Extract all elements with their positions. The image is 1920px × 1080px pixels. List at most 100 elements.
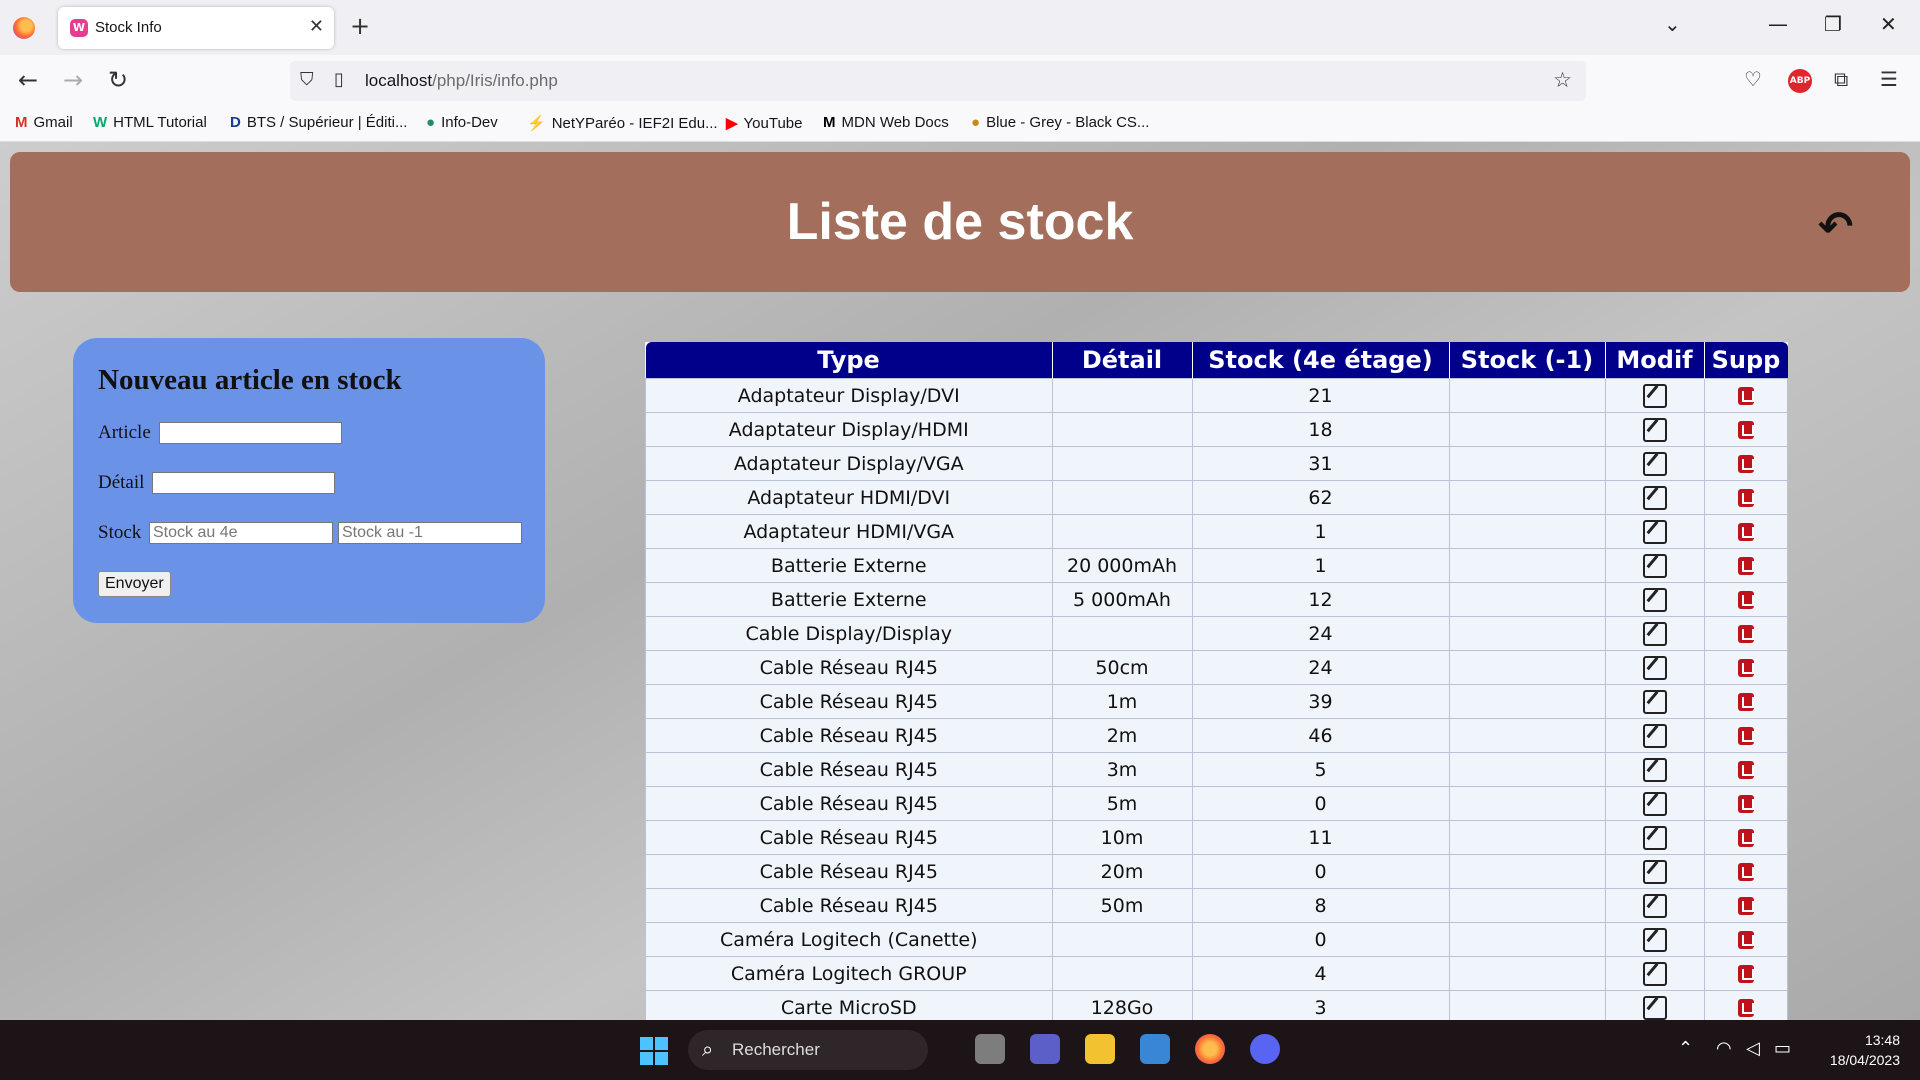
delete-icon[interactable] — [1737, 387, 1754, 405]
pocket-icon[interactable]: ♡ — [1744, 67, 1762, 91]
microsoft-store-icon[interactable] — [1140, 1034, 1170, 1064]
url-bar[interactable]: ⛉ ▯ localhost/php/Iris/info.php ☆ — [290, 61, 1586, 101]
url-text[interactable]: localhost/php/Iris/info.php — [365, 71, 558, 91]
submit-button[interactable]: Envoyer — [98, 571, 171, 597]
article-input[interactable] — [159, 422, 342, 444]
delete-icon[interactable] — [1737, 863, 1754, 881]
teams-chat-icon[interactable] — [1030, 1034, 1060, 1064]
reload-icon[interactable]: ↻ — [108, 66, 128, 94]
delete-icon[interactable] — [1737, 965, 1754, 983]
windows-start-icon[interactable] — [640, 1037, 668, 1065]
delete-icon[interactable] — [1737, 761, 1754, 779]
delete-icon[interactable] — [1737, 829, 1754, 847]
edit-icon[interactable] — [1642, 927, 1667, 952]
edit-icon[interactable] — [1642, 417, 1667, 442]
restore-window-icon[interactable]: ❐ — [1824, 12, 1842, 36]
page-icon[interactable]: ▯ — [334, 69, 344, 90]
bookmark-star-icon[interactable]: ☆ — [1553, 68, 1572, 92]
edit-icon[interactable] — [1642, 383, 1667, 408]
cell-stock-m1 — [1448, 786, 1606, 821]
edit-icon[interactable] — [1642, 757, 1667, 782]
shield-icon[interactable]: ⛉ — [300, 69, 314, 90]
volume-icon[interactable]: ◁ — [1746, 1038, 1760, 1059]
cell-stock-4e: 12 — [1191, 582, 1450, 617]
list-all-tabs-icon[interactable]: ⌄ — [1664, 12, 1681, 36]
delete-icon[interactable] — [1737, 727, 1754, 745]
delete-icon[interactable] — [1737, 591, 1754, 609]
close-window-icon[interactable]: ✕ — [1880, 12, 1897, 36]
delete-icon[interactable] — [1737, 625, 1754, 643]
delete-icon[interactable] — [1737, 693, 1754, 711]
delete-icon[interactable] — [1737, 455, 1754, 473]
firefox-icon[interactable] — [13, 17, 35, 39]
search-icon: ⌕ — [702, 1037, 714, 1061]
battery-icon[interactable]: ▭ — [1774, 1038, 1791, 1059]
delete-icon[interactable] — [1737, 557, 1754, 575]
cell-detail: 50m — [1051, 888, 1193, 923]
edit-icon[interactable] — [1642, 825, 1667, 850]
firefox-taskbar-icon[interactable] — [1195, 1034, 1225, 1064]
edit-icon[interactable] — [1642, 451, 1667, 476]
bookmark-youtube[interactable]: ▶ YouTube — [726, 114, 803, 132]
new-article-form: Nouveau article en stock Article Détail … — [73, 338, 545, 623]
cell-modif — [1604, 412, 1705, 447]
delete-icon[interactable] — [1737, 931, 1754, 949]
wifi-icon[interactable]: ◠ — [1716, 1038, 1732, 1059]
task-view-icon[interactable] — [975, 1034, 1005, 1064]
edit-icon[interactable] — [1642, 893, 1667, 918]
forward-icon[interactable]: → — [63, 66, 83, 94]
stock-4e-input[interactable] — [149, 522, 333, 544]
delete-icon[interactable] — [1737, 489, 1754, 507]
cell-stock-m1 — [1448, 956, 1606, 991]
delete-icon[interactable] — [1737, 659, 1754, 677]
close-tab-icon[interactable]: ✕ — [309, 16, 324, 37]
cell-detail: 3m — [1051, 752, 1193, 787]
table-row: Caméra Logitech (Canette) 0 — [645, 922, 1788, 957]
bookmark-html-tutorial[interactable]: W HTML Tutorial — [93, 114, 207, 131]
bookmark-netypareo[interactable]: ⚡ NetYParéo - IEF2I Edu... — [527, 114, 718, 132]
edit-icon[interactable] — [1642, 519, 1667, 544]
bookmark-label: NetYParéo - IEF2I Edu... — [551, 115, 718, 132]
bookmark-mdn[interactable]: M MDN Web Docs — [823, 114, 949, 131]
edit-icon[interactable] — [1642, 587, 1667, 612]
edit-icon[interactable] — [1642, 621, 1667, 646]
detail-input[interactable] — [152, 472, 335, 494]
bookmark-gmail[interactable]: M Gmail — [15, 114, 73, 131]
back-icon[interactable]: ← — [18, 66, 38, 94]
new-tab-icon[interactable]: + — [350, 12, 370, 40]
bookmark-info-dev[interactable]: ● Info-Dev — [426, 114, 498, 131]
delete-icon[interactable] — [1737, 999, 1754, 1017]
tab-stock-info[interactable]: W Stock Info ✕ — [58, 7, 334, 49]
extensions-icon[interactable]: ⧉ — [1834, 67, 1848, 91]
edit-icon[interactable] — [1642, 723, 1667, 748]
delete-icon[interactable] — [1737, 523, 1754, 541]
stock-minus1-input[interactable] — [338, 522, 522, 544]
bookmark-blue-grey-black[interactable]: ● Blue - Grey - Black CS... — [971, 114, 1149, 131]
bookmark-bts-superieur[interactable]: D BTS / Supérieur | Éditi... — [230, 114, 407, 131]
file-explorer-icon[interactable] — [1085, 1034, 1115, 1064]
delete-icon[interactable] — [1737, 897, 1754, 915]
delete-icon[interactable] — [1737, 795, 1754, 813]
adblock-plus-icon[interactable]: ABP — [1788, 69, 1812, 93]
system-clock[interactable]: 13:48 18/04/2023 — [1810, 1030, 1900, 1070]
discord-icon[interactable] — [1250, 1034, 1280, 1064]
edit-icon[interactable] — [1642, 961, 1667, 986]
edit-icon[interactable] — [1642, 859, 1667, 884]
youtube-icon: ▶ — [726, 115, 738, 132]
menu-icon[interactable]: ☰ — [1880, 67, 1898, 91]
edit-icon[interactable] — [1642, 995, 1667, 1020]
taskbar-search[interactable]: ⌕ Rechercher — [688, 1030, 928, 1070]
detail-label: Détail — [98, 472, 145, 493]
edit-icon[interactable] — [1642, 553, 1667, 578]
edit-icon[interactable] — [1642, 689, 1667, 714]
bookmarks-toolbar: M Gmail W HTML Tutorial D BTS / Supérieur |… — [0, 107, 1920, 142]
edit-icon[interactable] — [1642, 791, 1667, 816]
delete-icon[interactable] — [1737, 421, 1754, 439]
edit-icon[interactable] — [1642, 485, 1667, 510]
edit-icon[interactable] — [1642, 655, 1667, 680]
show-hidden-icons-icon[interactable]: ⌃ — [1678, 1038, 1693, 1059]
minimize-window-icon[interactable]: — — [1768, 12, 1788, 36]
undo-arrow-icon[interactable]: ↶ — [1818, 202, 1853, 251]
column-header-modif: Modif — [1604, 342, 1704, 379]
page-title: Liste de stock — [786, 193, 1134, 251]
